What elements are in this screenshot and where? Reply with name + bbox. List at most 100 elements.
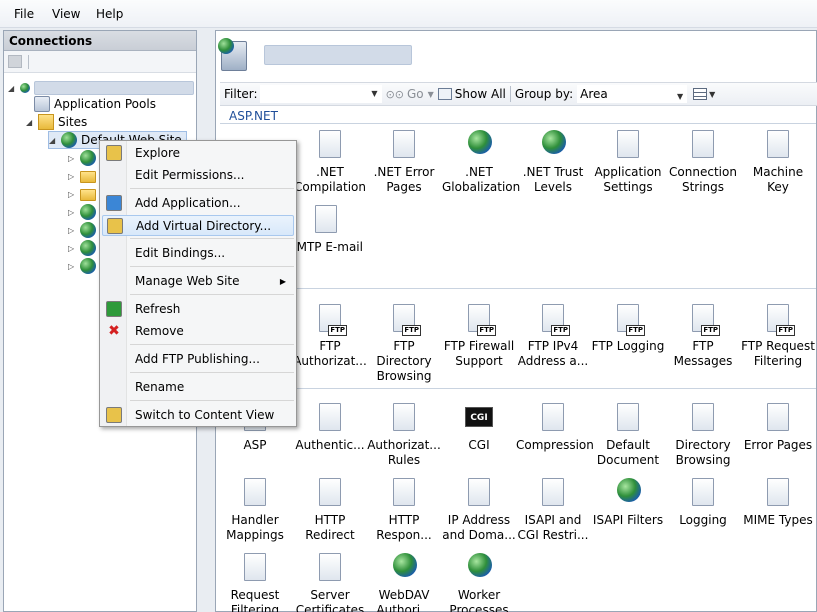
tree-child-item[interactable]: ▷ <box>68 221 100 239</box>
expand-icon[interactable]: ▷ <box>68 172 77 181</box>
directory-browsing-icon <box>686 401 720 435</box>
app-pools-label: Application Pools <box>54 97 156 111</box>
redirect-icon <box>313 476 347 510</box>
tree-child-item[interactable]: ▷ <box>68 239 100 257</box>
show-all-label: Show All <box>454 87 506 101</box>
feature-tile[interactable]: Error Pages <box>741 401 815 453</box>
feature-tile[interactable]: Connection Strings <box>666 128 740 195</box>
feature-tile[interactable]: .NET Error Pages <box>367 128 441 195</box>
feature-label: Compression <box>516 438 594 452</box>
feature-tile[interactable]: HTTP Respon... <box>367 476 441 543</box>
feature-tile[interactable]: Authorizat... Rules <box>367 401 441 468</box>
expand-icon[interactable]: ▷ <box>68 190 77 199</box>
feature-label: FTP Directory Browsing <box>376 339 432 383</box>
context-menu-item[interactable]: Edit Permissions... <box>102 165 294 186</box>
context-menu-item[interactable]: Rename <box>102 377 294 398</box>
menu-separator <box>130 238 294 239</box>
context-menu-item[interactable]: Add Application... <box>102 193 294 214</box>
expand-icon[interactable]: ▷ <box>68 154 77 163</box>
tree-child-item[interactable]: ▷ <box>68 167 100 185</box>
feature-tile[interactable]: FTP FTP Logging <box>591 302 665 354</box>
features-pane: Filter: ▼ ⊙⊙ Go ▼ Show All Group by: Are… <box>215 30 817 612</box>
context-menu-label: Explore <box>135 146 181 160</box>
feature-label: FTP Request Filtering <box>741 339 815 368</box>
feature-tile[interactable]: FTP FTP Directory Browsing <box>367 302 441 384</box>
feature-tile[interactable]: MIME Types <box>741 476 815 528</box>
menu-help[interactable]: Help <box>96 7 123 21</box>
ftp-logging-icon: FTP <box>611 302 645 336</box>
feature-label: .NET Error Pages <box>373 165 435 194</box>
context-menu-item[interactable]: Explore <box>102 143 294 164</box>
feature-tile[interactable]: Directory Browsing <box>666 401 740 468</box>
feature-tile[interactable]: Default Document <box>591 401 665 468</box>
http-response-icon <box>387 476 421 510</box>
context-menu-item[interactable]: Edit Bindings... <box>102 243 294 264</box>
feature-tile[interactable]: HTTP Redirect <box>293 476 367 543</box>
context-menu-item[interactable]: Manage Web Site ▶ <box>102 271 294 292</box>
application-icon <box>80 150 96 166</box>
tree-item-app-pools[interactable]: Application Pools <box>34 95 156 113</box>
go-dropdown-icon[interactable]: ▼ <box>428 90 434 99</box>
feature-tile[interactable]: WebDAV Authori... <box>367 551 441 612</box>
feature-tile[interactable]: Handler Mappings <box>218 476 292 543</box>
expand-icon[interactable]: ▷ <box>68 226 77 235</box>
chevron-down-icon[interactable]: ▼ <box>677 89 683 105</box>
feature-tile[interactable]: .NET Trust Levels <box>516 128 590 195</box>
feature-tile[interactable]: Server Certificates <box>293 551 367 612</box>
tree-child-item[interactable]: ▷ <box>68 149 100 167</box>
collapse-icon[interactable]: ◢ <box>26 118 35 127</box>
save-connection-icon[interactable] <box>8 55 22 68</box>
tree-item-sites[interactable]: ◢ Sites <box>26 113 87 131</box>
feature-tile[interactable]: Request Filtering <box>218 551 292 612</box>
feature-tile[interactable]: ISAPI and CGI Restri... <box>516 476 590 543</box>
feature-tile[interactable]: Worker Processes <box>442 551 516 612</box>
application-icon <box>80 258 96 274</box>
expand-icon[interactable]: ▷ <box>68 208 77 217</box>
view-mode-icon[interactable] <box>693 88 708 100</box>
feature-tile[interactable]: IP Address and Doma... <box>442 476 516 543</box>
go-button[interactable]: ⊙⊙ Go <box>386 87 424 101</box>
context-menu-label: Add Application... <box>135 196 241 210</box>
ftp-badge-icon: FTP <box>776 325 795 336</box>
ftp-badge-icon: FTP <box>551 325 570 336</box>
feature-tile[interactable]: FTP FTP IPv4 Address a... <box>516 302 590 369</box>
feature-tile[interactable]: FTP FTP Messages <box>666 302 740 369</box>
collapse-icon[interactable]: ◢ <box>8 84 17 93</box>
feature-tile[interactable]: FTP FTP Firewall Support <box>442 302 516 369</box>
feature-tile[interactable]: Compression <box>516 401 594 453</box>
filter-input[interactable]: ▼ <box>259 85 382 103</box>
tree-child-item[interactable]: ▷ <box>68 185 100 203</box>
menu-view[interactable]: View <box>52 7 80 21</box>
context-menu-item[interactable]: Add FTP Publishing... <box>102 349 294 370</box>
feature-tile[interactable]: SMTP E-mail <box>289 203 363 255</box>
view-mode-dropdown-icon[interactable]: ▼ <box>709 90 715 99</box>
group-by-select[interactable]: Area ▼ <box>577 85 688 105</box>
expand-icon[interactable]: ▷ <box>68 262 77 271</box>
feature-tile[interactable]: FTP FTP Authorizat... <box>293 302 367 369</box>
feature-label: WebDAV Authori... <box>376 588 432 612</box>
context-menu-item[interactable]: ✖ Remove <box>102 321 294 342</box>
show-all-button[interactable]: Show All <box>437 87 506 101</box>
menu-separator <box>130 372 294 373</box>
chevron-down-icon[interactable]: ▼ <box>371 89 377 98</box>
expand-icon[interactable]: ▷ <box>68 244 77 253</box>
feature-label: ISAPI Filters <box>592 513 664 527</box>
feature-tile[interactable]: ISAPI Filters <box>591 476 665 528</box>
feature-tile[interactable]: FTP FTP Request Filtering <box>741 302 815 369</box>
collapse-icon[interactable]: ◢ <box>49 136 58 145</box>
context-menu-item[interactable]: Switch to Content View <box>102 405 294 426</box>
feature-tile[interactable]: CGI CGI <box>442 401 516 453</box>
feature-tile[interactable]: Application Settings <box>591 128 665 195</box>
feature-tile[interactable]: Machine Key <box>741 128 815 195</box>
feature-tile[interactable]: Logging <box>666 476 740 528</box>
feature-label: FTP IPv4 Address a... <box>517 339 589 368</box>
context-menu-item[interactable]: Refresh <box>102 299 294 320</box>
menu-file[interactable]: File <box>14 7 34 21</box>
feature-tile[interactable]: .NET Compilation <box>293 128 367 195</box>
context-menu-label: Edit Bindings... <box>135 246 226 260</box>
tree-child-item[interactable]: ▷ <box>68 257 100 275</box>
context-menu-item[interactable]: Add Virtual Directory... <box>102 215 294 236</box>
feature-tile[interactable]: .NET Globalization <box>442 128 520 195</box>
tree-child-item[interactable]: ▷ <box>68 203 100 221</box>
feature-tile[interactable]: Authentic... <box>293 401 367 453</box>
